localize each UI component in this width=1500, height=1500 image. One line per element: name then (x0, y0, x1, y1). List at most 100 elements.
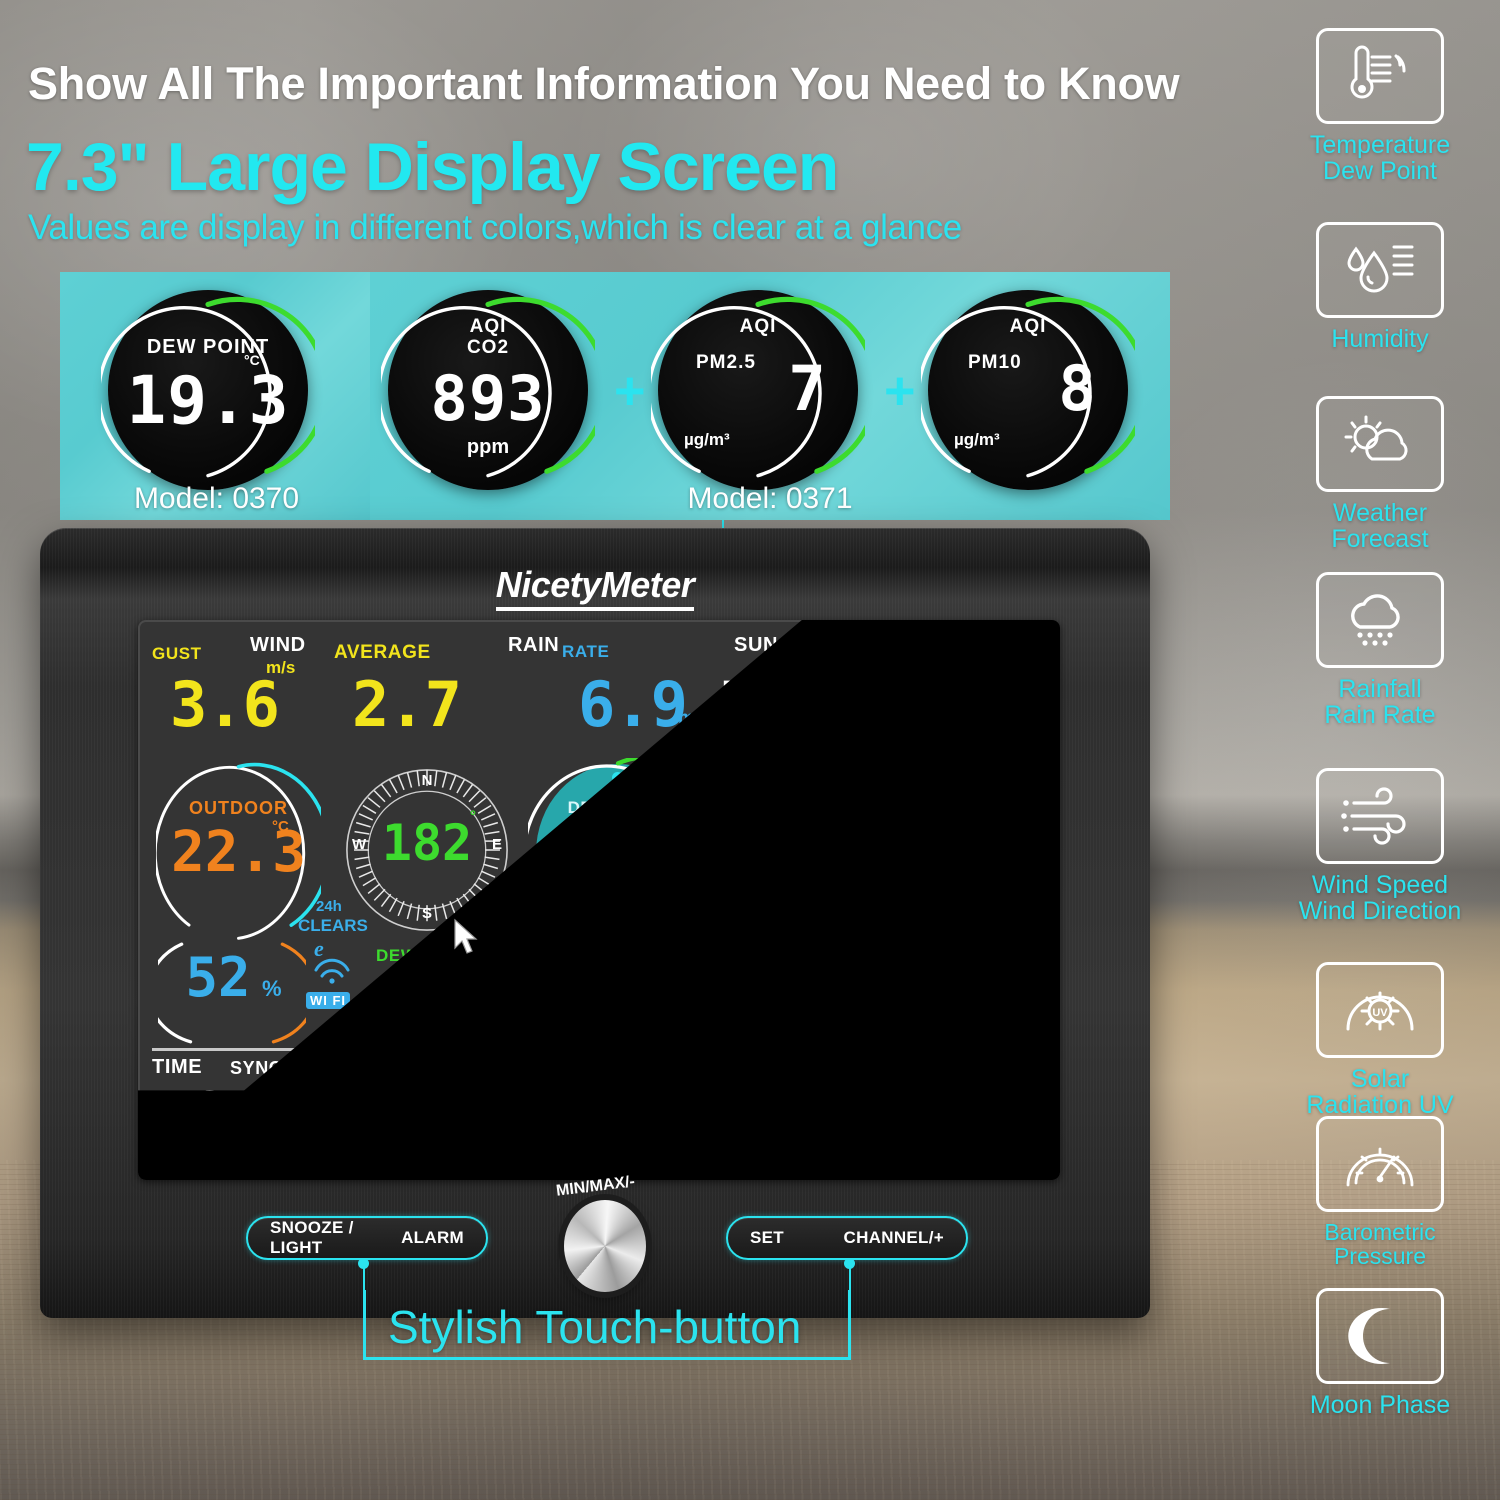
value-wind-direction: 182 (381, 814, 473, 872)
value-indoor-humidity: 39 (572, 1076, 646, 1149)
value-rain-rate: 6.9 (578, 668, 688, 741)
set-label: SET (750, 1228, 784, 1247)
unit-humidity-percent: % (262, 976, 282, 1001)
horizontal-divider (152, 1048, 1046, 1051)
unit-sun-wm2: W/m² (838, 666, 880, 685)
feature-label: Barometric Pressure (1324, 1219, 1436, 1270)
gauge-value-co2: 893 (430, 362, 546, 435)
feature-item-temperature-dew-point: Temperature Dew Point (1280, 28, 1480, 185)
value-time: 9:08 (192, 1078, 338, 1151)
unit-feels-like-celsius: °C (590, 968, 606, 984)
value-pressure: 1024.1 (652, 966, 820, 1022)
moon-phase-icon (1316, 1288, 1444, 1384)
feature-label: Moon Phase (1309, 1391, 1451, 1419)
label-moon-phase: PHASE (970, 1056, 1039, 1077)
touch-button-caption: Stylish Touch-button (388, 1301, 802, 1353)
value-gust: 3.6 (170, 668, 280, 741)
value-dew-point-small: 8.5 (406, 966, 491, 1022)
value-sensor-temp: 23.6 (853, 820, 988, 885)
gauge-caption-pm25: PM2.5 (696, 352, 756, 373)
gauge-unit-ugm3: µg/m³ (684, 430, 730, 449)
label-outdoor: OUTDOOR (189, 798, 288, 818)
unit-indoor-celsius: °C (538, 1080, 556, 1097)
feature-item-wind: Wind Speed Wind Direction (1280, 768, 1480, 925)
humidity-icon (1316, 222, 1444, 318)
gauge-unit-ugm3: µg/m³ (954, 430, 1000, 449)
label-rain: RAIN (508, 634, 560, 656)
unit-dew-point-small-celsius: °C (456, 968, 472, 984)
gauge-humidity-outdoor: 52 % (158, 938, 306, 1048)
label-time-sync: SYNC (230, 1058, 283, 1078)
value-date: 12.30 (330, 1110, 428, 1150)
feature-item-humidity: Humidity (1280, 222, 1480, 352)
unit-rain-mm: mm (678, 708, 712, 729)
gauge-unit-ppm: ppm (466, 436, 510, 458)
label-sensor: SENSOR (879, 798, 962, 818)
feature-label: Rainfall Rain Rate (1324, 675, 1436, 730)
weather-station-device: NicetyMeter GUST WIND m/s 3.6 AVERAGE 2.… (40, 528, 1150, 1318)
barometric-pressure-icon (1316, 1116, 1444, 1212)
gauge-dew-point: DEW POINT °C 19.3 (528, 758, 708, 948)
label-pressure: PRESSURE (654, 946, 764, 967)
compass-wind-direction: N E S W 182 ° (338, 760, 516, 940)
unit-indoor-humidity-percent: % (646, 1080, 666, 1105)
temperature-dew-point-icon (1316, 28, 1444, 124)
unit-pressure-hpa: hPa (826, 992, 860, 1012)
rainfall-icon (1316, 572, 1444, 668)
gauge-aqi-co2: AQI CO2 893 ppm (381, 290, 595, 490)
wifi-label: WI FI (306, 992, 351, 1009)
alarm-label: ALARM (401, 1228, 464, 1247)
value-outdoor-temp: 22.3 (171, 820, 306, 885)
gauge-dew-point-0370: DEW POINT °C 19.3 (101, 290, 315, 490)
gauge-caption-aqi: AQI (469, 316, 507, 337)
wifi-icon: e (306, 936, 358, 994)
value-dew-point: 19.3 (550, 822, 686, 887)
feature-label: Humidity (1331, 325, 1429, 353)
gauge-caption-pm10: PM10 (968, 352, 1022, 373)
label-rain-rate: RATE (562, 642, 610, 661)
compass-south-label: S (421, 905, 432, 922)
plus-separator-2: + (884, 361, 916, 421)
gauge-outdoor: OUTDOOR 22.3 °C (156, 760, 321, 945)
wind-icon (1316, 768, 1444, 864)
page-title: Show All The Important Information You N… (28, 58, 1180, 109)
gauge-humidity-sensor: 40 % (878, 938, 1026, 1048)
subtitle-large-display: 7.3" Large Display Screen (26, 129, 839, 205)
compass-north-label: N (421, 772, 433, 789)
gauge-value: 19.3 (126, 362, 290, 439)
gauge-aqi-pm25: AQI PM2.5 7 µg/m³ (651, 290, 865, 490)
snooze-light-alarm-button[interactable]: SNOOZE / LIGHT ALARM (246, 1216, 488, 1260)
unit-sensor-celsius: °C (956, 818, 973, 835)
value-humidity-outdoor: 52 (185, 946, 251, 1009)
feature-item-solar-uv: UV Solar Radiation UV (1280, 962, 1480, 1119)
min-max-knob-button[interactable] (564, 1200, 646, 1292)
feature-item-rainfall: Rainfall Rain Rate (1280, 572, 1480, 729)
snooze-light-label: SNOOZE / LIGHT (270, 1218, 354, 1257)
gauge-caption: DEW POINT (146, 336, 270, 358)
gauge-aqi-pm10: AQI PM10 8 µg/m³ (921, 290, 1135, 490)
unit-wind-direction-degree: ° (470, 808, 476, 825)
feature-label: Wind Speed Wind Direction (1298, 871, 1462, 926)
feature-item-weather-forecast: Weather Forecast (1280, 396, 1480, 553)
lcd-screen: GUST WIND m/s 3.6 AVERAGE 2.7 RAIN RATE … (138, 620, 1060, 1180)
moon-phase-icon (923, 1080, 1018, 1170)
subtitle-colors: Values are display in different colors,w… (28, 208, 962, 247)
label-moon: MOON (896, 1056, 958, 1077)
set-channel-button[interactable]: SET CHANNEL/+ (726, 1216, 968, 1260)
feature-label: Temperature Dew Point (1309, 131, 1451, 186)
feature-label: Weather Forecast (1331, 499, 1429, 554)
solar-uv-icon: UV (1316, 962, 1444, 1058)
label-like: LIKE (562, 946, 604, 965)
callout-dot-dew-point (612, 772, 623, 783)
feature-item-moon-phase: Moon Phase (1280, 1288, 1480, 1418)
value-average: 2.7 (352, 668, 462, 741)
channel-indicator: 1 (898, 878, 930, 910)
label-gust: GUST (152, 644, 202, 663)
value-humidity-sensor: 40 (907, 946, 973, 1009)
unit-humidity-sensor-percent: % (988, 976, 1008, 1001)
gauge-caption-co2: CO2 (466, 337, 510, 358)
gauge-card-0371: AQI CO2 893 ppm + AQI PM2.5 7 µg/m³ + AQ… (370, 272, 1170, 520)
gauge-value-pm25: 7 (788, 352, 826, 425)
label-point: POINT (432, 946, 487, 965)
value-uv: 1 (1000, 668, 1037, 741)
